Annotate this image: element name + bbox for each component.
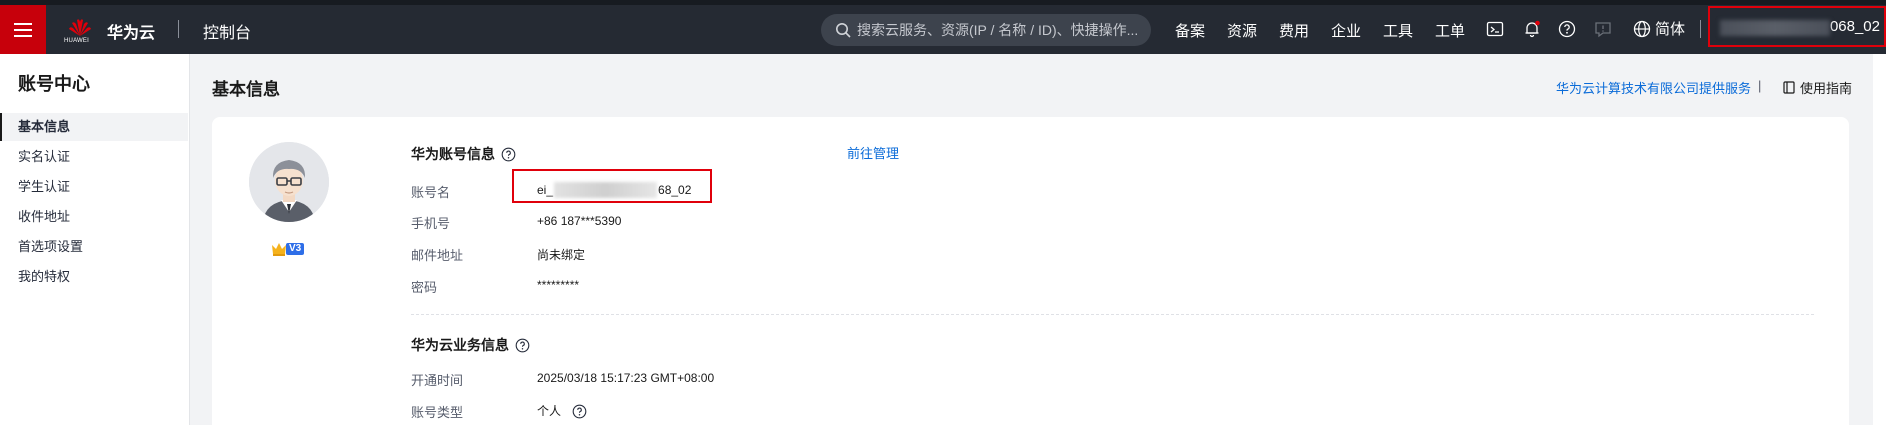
nav-tools[interactable]: 工具 (1383, 20, 1413, 41)
redacted-username (1720, 20, 1830, 36)
business-section-title: 华为云业务信息 (411, 335, 530, 355)
account-type-value: 个人 (537, 402, 587, 419)
redacted-account-name (554, 182, 658, 198)
email-value: 尚未绑定 (537, 248, 586, 262)
hamburger-menu-button[interactable] (0, 5, 46, 54)
field-label: 账号类型 (411, 405, 464, 420)
globe-icon (1633, 20, 1651, 37)
activation-time-value: 2025/03/18 15:17:23 GMT+08:00 (537, 371, 715, 385)
account-section-title: 华为账号信息 (411, 144, 516, 164)
provider-link[interactable]: 华为云计算技术有限公司提供服务 (1556, 78, 1751, 97)
nav-beian[interactable]: 备案 (1175, 20, 1205, 41)
top-navigation-bar: HUAWEI 华为云 控制台 备案 资源 费用 企业 工具 工单 简体 068_… (0, 0, 1886, 54)
feedback-icon[interactable] (1594, 20, 1612, 38)
nav-resources[interactable]: 资源 (1227, 20, 1257, 41)
divider (178, 20, 179, 38)
business-section-label: 华为云业务信息 (411, 337, 509, 353)
sidebar-title: 账号中心 (18, 74, 90, 94)
nav-billing[interactable]: 费用 (1279, 20, 1309, 41)
user-account-menu[interactable]: 068_02 (1708, 6, 1886, 47)
section-divider (411, 314, 1814, 315)
help-circle-icon[interactable] (572, 404, 587, 419)
sidebar-item-student[interactable]: 学生认证 (0, 173, 188, 201)
search-icon (836, 23, 851, 38)
field-label: 邮件地址 (411, 248, 464, 263)
username-suffix: 068_02 (1829, 18, 1880, 35)
level-label: V3 (286, 242, 305, 255)
terminal-icon[interactable] (1486, 20, 1504, 38)
global-search[interactable] (821, 14, 1151, 46)
user-avatar[interactable] (249, 142, 329, 222)
book-icon (1783, 81, 1795, 94)
sidebar-item-address[interactable]: 收件地址 (0, 203, 188, 231)
account-name-prefix: ei_ (537, 183, 554, 197)
search-input[interactable] (857, 22, 1147, 38)
account-section-label: 华为账号信息 (411, 146, 495, 162)
sidebar-item-basic-info[interactable]: 基本信息 (0, 113, 188, 141)
account-name-value: ei_ 68_02 (537, 182, 691, 198)
sidebar-item-real-name[interactable]: 实名认证 (0, 143, 188, 171)
field-label: 账号名 (411, 185, 451, 200)
help-circle-icon[interactable] (515, 338, 530, 353)
divider: | (1758, 78, 1762, 93)
language-label: 简体 (1655, 21, 1686, 38)
account-type-label: 个人 (537, 404, 562, 418)
help-icon[interactable] (1558, 20, 1576, 38)
member-level-badge[interactable]: V3 (270, 240, 305, 257)
bell-icon[interactable] (1523, 20, 1541, 38)
avatar-icon (249, 142, 329, 222)
password-value: ********* (537, 278, 580, 292)
user-guide-link[interactable]: 使用指南 (1783, 78, 1852, 97)
account-center-sidebar: 账号中心 基本信息 实名认证 学生认证 收件地址 首选项设置 我的特权 (0, 54, 190, 425)
language-switcher[interactable]: 简体 (1633, 18, 1685, 39)
manage-account-link[interactable]: 前往管理 (847, 143, 899, 162)
nav-tickets[interactable]: 工单 (1435, 20, 1465, 41)
sidebar-item-privileges[interactable]: 我的特权 (0, 263, 188, 291)
console-link[interactable]: 控制台 (203, 19, 251, 43)
logo-text: HUAWEI (64, 38, 89, 44)
divider (1700, 20, 1701, 38)
field-label: 开通时间 (411, 373, 464, 388)
help-circle-icon[interactable] (501, 147, 516, 162)
menu-icon (14, 22, 32, 37)
nav-enterprise[interactable]: 企业 (1331, 20, 1361, 41)
sidebar-item-preferences[interactable]: 首选项设置 (0, 233, 188, 261)
page-title: 基本信息 (212, 80, 280, 99)
field-label: 密码 (411, 280, 438, 295)
brand-name[interactable]: 华为云 (107, 19, 155, 43)
right-side-toolbar (1873, 54, 1886, 425)
field-label: 手机号 (411, 216, 451, 231)
user-guide-label: 使用指南 (1800, 81, 1853, 96)
phone-value: +86 187***5390 (537, 214, 622, 228)
account-name-suffix: 68_02 (658, 183, 692, 197)
